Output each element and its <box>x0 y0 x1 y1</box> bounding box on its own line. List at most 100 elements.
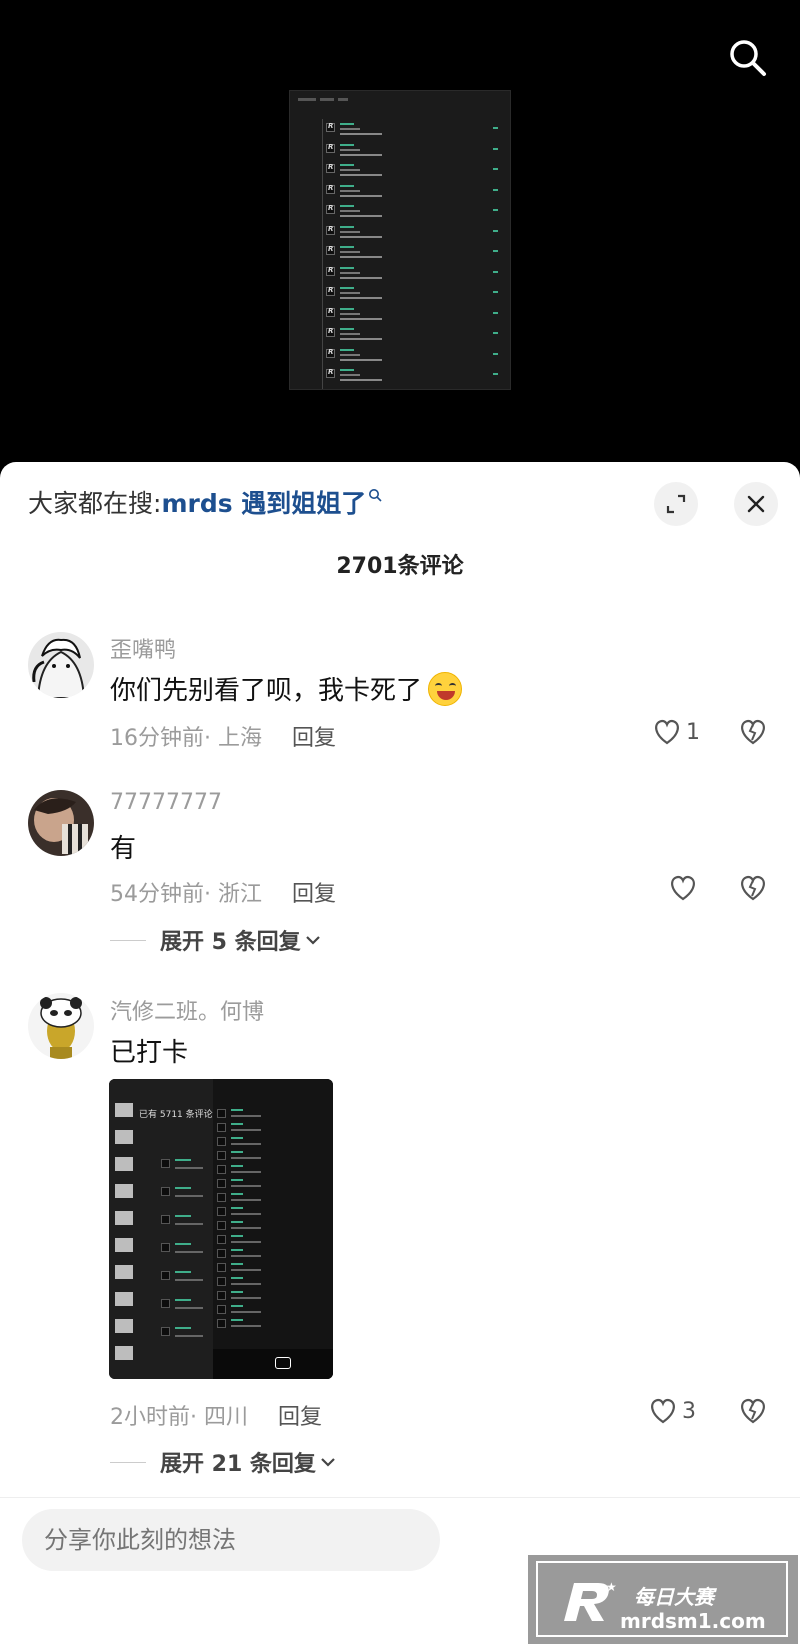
image-detail <box>217 1193 226 1202</box>
image-detail <box>175 1271 191 1273</box>
username[interactable]: 汽修二班。何博 <box>110 994 264 1026</box>
image-detail <box>231 1249 243 1251</box>
image-detail <box>231 1137 243 1139</box>
comment-location: · 上海 <box>204 726 262 751</box>
image-detail <box>175 1223 203 1225</box>
close-button[interactable] <box>734 482 778 526</box>
chevron-down-icon <box>321 1458 335 1467</box>
hot-search-prefix: 大家都在搜: <box>28 489 162 518</box>
comment-location: · 四川 <box>190 1405 248 1430</box>
like-button[interactable]: 1 <box>652 718 700 746</box>
image-detail <box>217 1319 226 1328</box>
comment-time: 16分钟前 <box>110 726 204 751</box>
hot-search-bar[interactable]: 大家都在搜: mrds 遇到姐姐了 <box>28 484 382 520</box>
image-detail <box>161 1187 170 1196</box>
image-detail <box>217 1151 226 1160</box>
brand-logo-icon: ★ <box>564 1580 617 1621</box>
chevron-down-icon <box>305 936 320 945</box>
image-detail <box>231 1207 243 1209</box>
comment-text: 已打卡 <box>110 1038 189 1068</box>
image-detail <box>231 1277 243 1279</box>
image-detail <box>231 1115 261 1117</box>
avatar[interactable] <box>28 993 94 1059</box>
image-detail <box>217 1305 226 1314</box>
comment-input[interactable] <box>22 1509 440 1571</box>
image-detail <box>217 1123 226 1132</box>
like-count: 1 <box>686 719 700 745</box>
broken-heart-icon <box>741 875 765 901</box>
svg-text:★: ★ <box>606 1580 617 1594</box>
image-detail <box>231 1241 261 1243</box>
expand-replies-button[interactable]: 展开 5 条回复 <box>110 924 321 956</box>
image-detail <box>231 1235 243 1237</box>
image-detail <box>175 1299 191 1301</box>
watermark: ★ 每日大赛 mrdsm1.com <box>528 1555 798 1644</box>
close-icon <box>747 495 765 513</box>
image-detail <box>217 1109 226 1118</box>
expand-replies-label: 展开 21 条回复 <box>160 1452 316 1477</box>
avatar[interactable] <box>28 632 94 698</box>
image-detail <box>231 1269 261 1271</box>
image-detail <box>161 1215 170 1224</box>
like-button[interactable] <box>668 874 702 902</box>
image-detail <box>231 1297 261 1299</box>
comment-count: 2701条评论 <box>336 554 464 579</box>
image-detail <box>231 1109 243 1111</box>
image-detail <box>161 1327 170 1336</box>
image-detail <box>231 1193 243 1195</box>
expand-replies-button[interactable]: 展开 21 条回复 <box>110 1446 336 1478</box>
video-player[interactable] <box>0 0 800 470</box>
username[interactable]: 歪嘴鸭 <box>110 632 176 664</box>
heart-icon <box>671 875 695 901</box>
comment-image[interactable]: 已有 5711 条评论 <box>109 1079 333 1379</box>
dislike-button[interactable] <box>738 874 768 906</box>
image-detail <box>231 1283 261 1285</box>
image-detail <box>217 1207 226 1216</box>
image-detail <box>115 1292 133 1306</box>
image-detail <box>231 1129 261 1131</box>
comment-time: 54分钟前 <box>110 882 204 907</box>
hot-search-keyword[interactable]: mrds 遇到姐姐了 <box>161 484 366 520</box>
image-detail <box>175 1307 203 1309</box>
comment-meta: 2小时前 · 四川 回复 <box>110 1399 322 1431</box>
image-detail <box>231 1123 243 1125</box>
reply-button[interactable]: 回复 <box>292 876 336 908</box>
image-detail <box>231 1263 243 1265</box>
like-button[interactable]: 3 <box>648 1397 696 1425</box>
dislike-button[interactable] <box>738 1397 768 1429</box>
image-detail <box>217 1137 226 1146</box>
grinning-emoji-icon <box>428 671 463 706</box>
image-detail <box>231 1165 243 1167</box>
username[interactable]: 77777777 <box>110 790 222 815</box>
video-comment-row <box>326 142 508 162</box>
image-detail <box>115 1157 133 1171</box>
dislike-button[interactable] <box>738 718 768 750</box>
broken-heart-icon <box>741 1398 765 1424</box>
video-frame <box>289 90 511 390</box>
fullscreen-button[interactable] <box>654 482 698 526</box>
video-comment-row <box>326 285 508 305</box>
video-comment-row <box>326 224 508 244</box>
image-detail <box>115 1184 133 1198</box>
reply-button[interactable]: 回复 <box>278 1399 322 1431</box>
search-icon[interactable] <box>726 36 770 80</box>
image-detail <box>161 1271 170 1280</box>
comment-meta: 54分钟前 · 浙江 回复 <box>110 876 336 908</box>
image-detail <box>175 1251 203 1253</box>
image-detail <box>175 1187 191 1189</box>
image-detail <box>217 1221 226 1230</box>
image-detail <box>115 1265 133 1279</box>
broken-heart-icon <box>741 719 765 745</box>
image-detail <box>217 1263 226 1272</box>
comment-text-content: 你们先别看了呗，我卡死了 <box>110 676 423 706</box>
reply-button[interactable]: 回复 <box>292 720 336 752</box>
fullscreen-icon <box>666 494 686 514</box>
small-search-icon <box>368 487 382 506</box>
image-detail <box>231 1311 261 1313</box>
comment-time: 2小时前 <box>110 1405 190 1430</box>
image-detail <box>231 1221 243 1223</box>
image-detail <box>217 1277 226 1286</box>
avatar[interactable] <box>28 790 94 856</box>
image-detail <box>217 1249 226 1258</box>
video-comment-row <box>326 265 508 285</box>
